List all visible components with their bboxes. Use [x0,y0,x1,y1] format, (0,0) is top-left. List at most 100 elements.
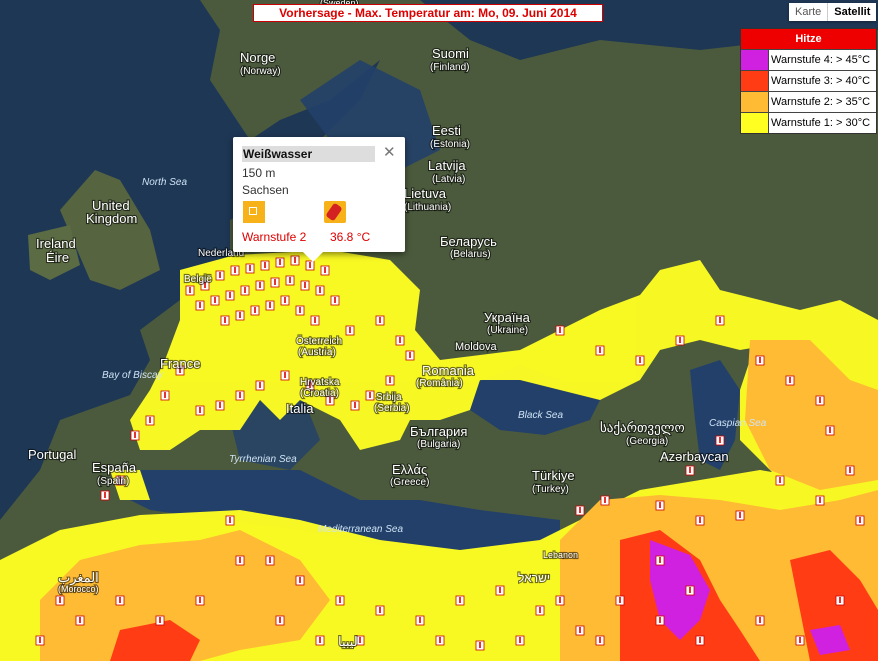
thermometer-icon [324,201,346,223]
warning-marker-glyph [319,637,321,643]
label-romania: Romania [422,363,475,378]
label-ukraine: Україна [484,310,531,325]
warning-marker-glyph [269,557,271,563]
station-altitude: 150 m [242,166,276,180]
warning-marker-glyph [164,392,166,398]
svg-text:(Morocco): (Morocco) [58,584,99,594]
warning-marker-glyph [309,262,311,268]
station-name: Weißwasser [242,146,375,162]
warning-marker-glyph [304,282,306,288]
warning-marker-glyph [294,257,296,263]
warning-marker-glyph [229,292,231,298]
warning-marker-glyph [739,512,741,518]
warning-marker-glyph [659,557,661,563]
warning-marker-glyph [439,637,441,643]
legend-swatch-level-2 [741,92,769,112]
warning-marker-glyph [604,497,606,503]
label-lebanon: Lebanon [543,550,578,560]
warning-marker-glyph [279,617,281,623]
warning-marker-glyph [719,437,721,443]
warning-marker-glyph [249,265,251,271]
label-turkey: Türkiye [532,468,575,483]
svg-text:Éire: Éire [46,250,69,265]
svg-text:(Estonia): (Estonia) [430,139,470,150]
warning-marker-glyph [559,327,561,333]
heat-legend: Hitze Warnstufe 4: > 45°C Warnstufe 3: >… [740,28,877,134]
svg-text:(Croatia): (Croatia) [300,388,339,399]
warning-marker-glyph [819,497,821,503]
warning-marker-glyph [499,587,501,593]
warning-marker-glyph [459,597,461,603]
warning-marker-glyph [239,312,241,318]
warning-marker-glyph [199,597,201,603]
warning-marker-glyph [699,517,701,523]
warning-marker-glyph [799,637,801,643]
warning-marker-glyph [239,557,241,563]
svg-text:(România): (România) [416,378,463,389]
map-type-map-button[interactable]: Karte [789,3,828,21]
warning-marker-glyph [269,302,271,308]
legend-header: Hitze [741,29,876,49]
svg-text:(Latvia): (Latvia) [432,174,465,185]
warning-marker-glyph [519,637,521,643]
label-serbia: Srbija [376,392,402,403]
warning-marker-glyph [214,297,216,303]
warning-marker-glyph [279,259,281,265]
label-israel: ישראל [518,571,550,585]
svg-text:(Spain): (Spain) [97,476,129,487]
label-suomi: Suomi [432,46,469,61]
warning-marker-glyph [599,637,601,643]
legend-row: Warnstufe 3: > 40°C [741,70,876,91]
legend-row: Warnstufe 1: > 30°C [741,112,876,133]
legend-swatch-level-1 [741,113,769,133]
warning-marker-glyph [284,297,286,303]
warning-marker-glyph [369,392,371,398]
warning-marker-glyph [259,282,261,288]
warning-marker-glyph [119,597,121,603]
station-info-popup: Weißwasser ✕ 150 m Sachsen Warnstufe 2 3… [233,137,405,262]
label-espana: España [92,460,137,475]
warning-marker-glyph [299,307,301,313]
warning-marker-glyph [229,517,231,523]
warning-marker-glyph [284,372,286,378]
label-eesti: Eesti [432,123,461,138]
svg-text:(Norway): (Norway) [240,66,281,77]
warning-marker-glyph [199,407,201,413]
warning-marker-glyph [289,277,291,283]
svg-text:(Serbia): (Serbia) [374,403,410,414]
legend-row: Warnstufe 2: > 35°C [741,91,876,112]
warning-marker-glyph [189,287,191,293]
map-type-control: Karte Satellit [789,3,877,21]
warning-marker-glyph [849,467,851,473]
svg-text:(Ukraine): (Ukraine) [487,325,528,336]
label-azerbaijan: Azərbaycan [660,449,729,464]
svg-text:(Finland): (Finland) [430,62,469,73]
warning-marker-glyph [559,597,561,603]
label-bay-of-biscay: Bay of Biscay [102,370,164,381]
legend-row: Warnstufe 4: > 45°C [741,49,876,70]
warning-marker-glyph [409,352,411,358]
warning-marker-glyph [264,262,266,268]
warning-marker-glyph [689,467,691,473]
label-moldova: Moldova [455,341,497,353]
svg-text:Kingdom: Kingdom [86,211,137,226]
forecast-title: Vorhersage - Max. Temperatur am: Mo, 09.… [253,4,603,22]
legend-swatch-level-4 [741,50,769,70]
label-belgie: België [184,274,212,285]
warning-marker-glyph [224,317,226,323]
map-type-satellite-button[interactable]: Satellit [827,3,877,21]
label-libya: ليبيا [338,634,358,649]
warning-marker-glyph [274,279,276,285]
close-icon[interactable]: ✕ [383,145,396,161]
label-caspian-sea: Caspian Sea [709,418,767,429]
warning-marker-glyph [599,347,601,353]
label-greece: Ελλάς [392,462,427,477]
warning-marker-glyph [859,517,861,523]
warning-marker-glyph [779,477,781,483]
warning-marker-glyph [699,637,701,643]
square-warning-icon [243,201,265,223]
label-black-sea: Black Sea [518,410,563,421]
legend-swatch-level-3 [741,71,769,91]
warning-marker-glyph [354,402,356,408]
label-austria: Österreich [296,335,342,347]
